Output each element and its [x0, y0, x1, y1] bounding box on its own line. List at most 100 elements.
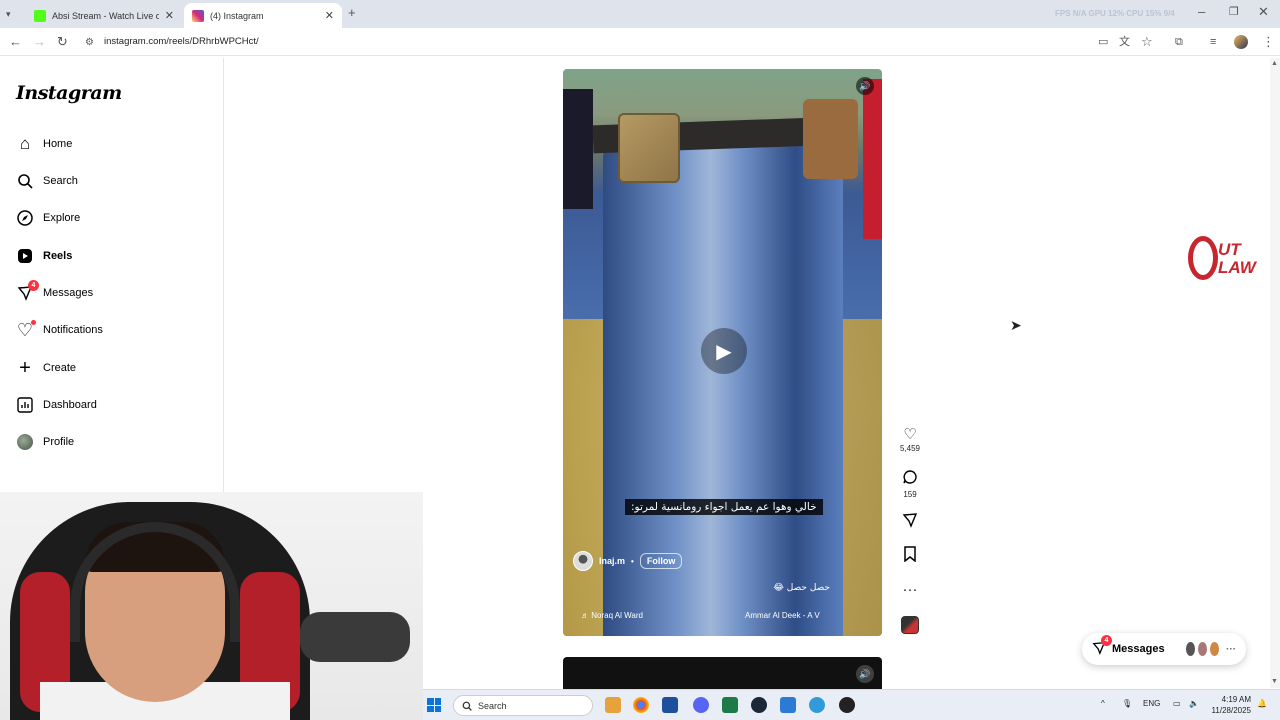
audio-toggle-icon[interactable]: 🔊: [856, 77, 874, 95]
tray-overflow-icon[interactable]: ^: [1101, 699, 1105, 708]
mouse-cursor-icon: ➤: [1010, 317, 1022, 333]
microphone: [300, 612, 410, 662]
address-bar[interactable]: instagram.com/reels/DRhrbWPCHct/: [104, 33, 259, 51]
author-username[interactable]: lnaj.m: [599, 556, 625, 566]
file-explorer-icon[interactable]: [605, 697, 621, 713]
steam-icon[interactable]: [751, 697, 767, 713]
windows-start-icon[interactable]: [427, 698, 441, 712]
like-button[interactable]: ♡ 5,459: [896, 426, 924, 453]
sidebar-item-label: Notifications: [43, 324, 103, 336]
scroll-down-icon[interactable]: ▼: [1271, 678, 1278, 685]
share-icon: [896, 512, 924, 533]
sidebar-item-notifications[interactable]: ♡ Notifications: [16, 318, 103, 342]
more-options-button[interactable]: ···: [896, 581, 924, 599]
page-scrollbar[interactable]: ▲ ▼: [1270, 58, 1280, 688]
sidebar-item-label: Home: [43, 138, 73, 150]
reload-icon[interactable]: ↻: [57, 34, 68, 50]
audio-track[interactable]: ♬ Noraq Al Ward: [581, 611, 643, 620]
messages-pill[interactable]: 4 Messages ···: [1082, 633, 1246, 665]
tab-close-icon[interactable]: ✕: [165, 9, 174, 22]
tab-close-icon[interactable]: ✕: [325, 9, 334, 22]
sidebar-item-dashboard[interactable]: Dashboard: [16, 393, 97, 417]
save-button[interactable]: [896, 546, 924, 567]
language-indicator[interactable]: ENG: [1143, 699, 1160, 708]
tab-instagram[interactable]: (4) Instagram ✕: [184, 3, 342, 28]
sidebar-item-label: Reels: [43, 250, 73, 262]
back-icon[interactable]: ←: [9, 34, 22, 50]
browser-toolbar: ← → ↻ ⚙ instagram.com/reels/DRhrbWPCHct/…: [0, 28, 1280, 56]
minimize-icon[interactable]: –: [1198, 4, 1205, 20]
perf-overlay: FPS N/A GPU 12% CPU 15% 9/4: [1055, 9, 1175, 18]
sidebar-item-reels[interactable]: Reels: [16, 244, 72, 268]
media-icon[interactable]: ≡: [1210, 34, 1216, 50]
taskbar-search[interactable]: Search: [453, 695, 593, 716]
video-caption: خالي وهوا عم يعمل اجواء رومانسية لمرتو:: [625, 499, 823, 515]
chrome-icon[interactable]: [633, 697, 649, 713]
plus-icon: +: [19, 356, 31, 379]
windows-taskbar: Search ^ 🎙 ENG ▭ 🔈 4:19 AM 11/28/2025 🔔: [423, 689, 1280, 720]
search-icon: [462, 701, 472, 711]
heart-icon: ♡: [903, 426, 917, 443]
video-shape: [803, 99, 858, 179]
heart-icon: ♡: [16, 320, 36, 340]
clock-date: 11/28/2025: [1211, 706, 1251, 715]
menu-kebab-icon[interactable]: ⋮: [1262, 34, 1275, 50]
restore-icon[interactable]: ❐: [1229, 4, 1239, 20]
close-window-icon[interactable]: ✕: [1258, 4, 1269, 20]
audio-thumbnail[interactable]: [901, 616, 919, 634]
next-reel-video[interactable]: 🔊: [563, 657, 882, 689]
sidebar-item-home[interactable]: ⌂ Home: [16, 132, 72, 156]
tab-kick[interactable]: Absi Stream - Watch Live on Ki ✕: [26, 3, 182, 28]
clock-time: 4:19 AM: [1221, 695, 1251, 704]
share-button[interactable]: [896, 512, 924, 533]
sidebar-item-label: Search: [43, 175, 78, 187]
author-avatar[interactable]: [573, 551, 593, 571]
search-icon: [16, 172, 34, 190]
sidebar-item-profile[interactable]: Profile: [16, 430, 74, 454]
scroll-up-icon[interactable]: ▲: [1271, 60, 1278, 67]
instagram-logo[interactable]: Instagram: [16, 82, 122, 104]
install-app-icon[interactable]: ▭: [1098, 34, 1108, 50]
sidebar-item-create[interactable]: + Create: [16, 356, 76, 380]
tab-title: Absi Stream - Watch Live on Ki: [52, 10, 159, 21]
messenger-icon: 4: [1092, 634, 1112, 658]
outlaw-ring-icon: [1188, 236, 1218, 280]
sidebar-item-explore[interactable]: Explore: [16, 206, 80, 230]
comment-button[interactable]: 159: [896, 469, 924, 499]
xbox-icon[interactable]: [722, 697, 738, 713]
sidebar-item-search[interactable]: Search: [16, 169, 78, 193]
outlaw-logo-text: UT: [1218, 240, 1241, 259]
sidebar-item-label: Explore: [43, 212, 81, 224]
tab-search-icon[interactable]: ▾: [6, 6, 11, 22]
extensions-icon[interactable]: ⧉: [1175, 34, 1183, 50]
app-icon[interactable]: [809, 697, 825, 713]
reel-video[interactable]: 🔊 ▶ خالي وهوا عم يعمل اجواء رومانسية لمر…: [563, 69, 882, 636]
store-icon[interactable]: [662, 697, 678, 713]
microphone-icon[interactable]: 🎙: [1122, 699, 1132, 708]
reel-description[interactable]: حصل حصل 😂: [773, 583, 830, 593]
dashboard-icon: [16, 396, 34, 414]
forward-icon[interactable]: →: [33, 34, 46, 50]
tab-title: (4) Instagram: [210, 10, 264, 21]
comment-icon: [896, 469, 924, 490]
translate-icon[interactable]: 文: [1119, 34, 1130, 50]
app-icon[interactable]: [780, 697, 796, 713]
comment-count: 159: [903, 490, 917, 499]
more-avatars: ···: [1226, 643, 1237, 655]
bookmark-star-icon[interactable]: ☆: [1141, 34, 1153, 50]
profile-avatar: [16, 433, 34, 451]
network-icon[interactable]: ▭: [1173, 699, 1181, 708]
discord-icon[interactable]: [693, 697, 709, 713]
sidebar-item-messages[interactable]: 4 Messages: [16, 280, 93, 305]
volume-icon[interactable]: 🔈: [1189, 699, 1199, 708]
obs-icon[interactable]: [839, 697, 855, 713]
play-icon[interactable]: ▶: [701, 328, 747, 374]
notification-center-icon[interactable]: 🔔: [1257, 699, 1267, 708]
system-clock[interactable]: 4:19 AM 11/28/2025: [1209, 694, 1251, 716]
audio-artist[interactable]: Ammar Al Deek - A V: [745, 611, 820, 620]
audio-toggle-icon[interactable]: 🔊: [856, 665, 874, 683]
browser-profile-avatar[interactable]: [1234, 35, 1248, 49]
new-tab-button[interactable]: +: [348, 5, 356, 21]
follow-button[interactable]: Follow: [639, 553, 683, 569]
site-info-icon[interactable]: ⚙: [85, 35, 94, 51]
